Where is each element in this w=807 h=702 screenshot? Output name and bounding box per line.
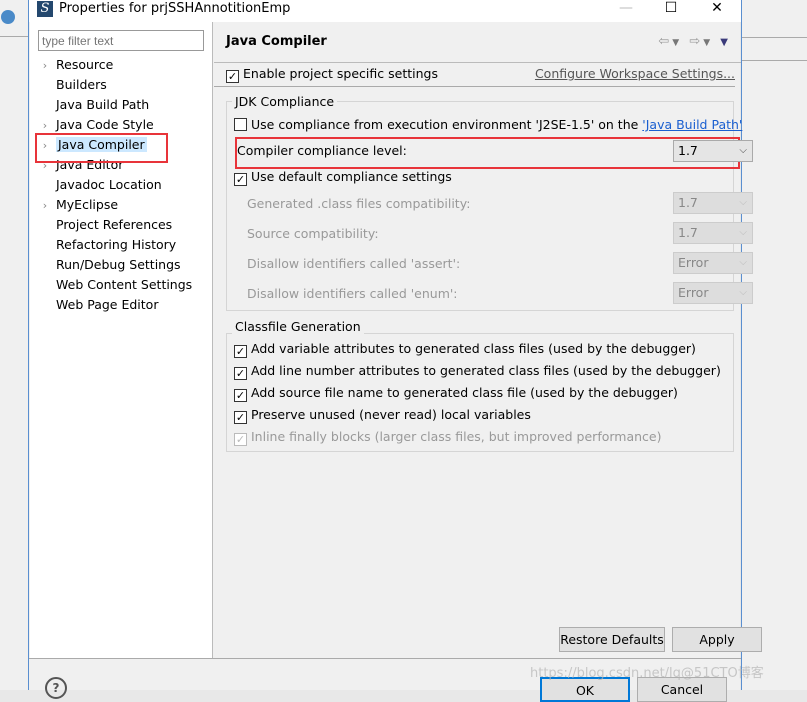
classfile-option-checkbox[interactable]: ✓ Add source file name to generated class… (234, 385, 678, 402)
help-icon[interactable]: ? (45, 677, 67, 699)
app-logo-icon: S (37, 1, 53, 17)
window-title: Properties for prjSSHAnnotitionEmp (59, 1, 291, 16)
globe-icon (1, 10, 15, 24)
chevron-down-icon: ⌵ (739, 197, 747, 208)
tree-item[interactable]: Project References (34, 215, 172, 235)
tree-item[interactable]: Web Content Settings (34, 275, 192, 295)
background-app-right (741, 0, 807, 690)
compliance-row-select: 1.7 ⌵ (673, 222, 753, 244)
page-title: Java Compiler (226, 34, 327, 49)
use-env-compliance-checkbox[interactable]: Use compliance from execution environmen… (234, 117, 742, 132)
view-menu-icon[interactable]: ▼ (720, 37, 731, 48)
tree-item[interactable]: Refactoring History (34, 235, 176, 255)
minimize-button[interactable]: — (604, 0, 648, 18)
filter-input[interactable] (38, 30, 204, 51)
page-header: Java Compiler ⇦▼ ⇨▼ ▼ (214, 22, 741, 63)
close-button[interactable]: ✕ (695, 0, 739, 18)
apply-button[interactable]: Apply (672, 627, 762, 652)
classfile-option-checkbox[interactable]: ✓ Add variable attributes to generated cl… (234, 341, 696, 358)
java-build-path-link[interactable]: 'Java Build Path' (642, 117, 742, 132)
chevron-right-icon: › (42, 199, 48, 212)
tree-item[interactable]: Builders (34, 75, 107, 95)
sidebar: ›ResourceBuildersJava Build Path›Java Co… (30, 22, 213, 658)
tree-item[interactable]: › MyEclipse (34, 195, 118, 215)
classfile-option-checkbox[interactable]: ✓ Add line number attributes to generated… (234, 363, 721, 380)
main-panel: Java Compiler ⇦▼ ⇨▼ ▼ ✓ Enable project sp… (214, 22, 762, 658)
background-app (0, 0, 28, 690)
properties-dialog: S Properties for prjSSHAnnotitionEmp — ☐… (28, 0, 762, 702)
jdk-compliance-label: JDK Compliance (232, 94, 338, 109)
configure-workspace-link[interactable]: Configure Workspace Settings... (535, 66, 735, 81)
use-default-compliance-checkbox[interactable]: ✓ Use default compliance settings (234, 169, 452, 186)
forward-menu-icon[interactable]: ▼ (703, 38, 713, 48)
maximize-button[interactable]: ☐ (649, 0, 693, 18)
classfile-option-checkbox: ✓ Inline finally blocks (larger class fil… (234, 429, 662, 446)
tree-item[interactable]: Javadoc Location (34, 175, 162, 195)
enable-project-settings-checkbox[interactable]: ✓ Enable project specific settings (226, 66, 438, 83)
compliance-row-select: Error ⌵ (673, 282, 753, 304)
watermark: https://blog.csdn.net/lq@51CTO博客 (530, 666, 764, 681)
tree-item[interactable]: Web Page Editor (34, 295, 158, 315)
compliance-row-select: 1.7 ⌵ (673, 192, 753, 214)
compliance-level-label: Compiler compliance level: (237, 143, 407, 158)
back-arrow-icon[interactable]: ⇦ (658, 34, 672, 49)
tree-item[interactable]: › Java Code Style (34, 115, 154, 135)
restore-defaults-button[interactable]: Restore Defaults (559, 627, 665, 652)
forward-arrow-icon[interactable]: ⇨ (689, 34, 703, 49)
title-bar: S Properties for prjSSHAnnotitionEmp — ☐… (29, 0, 741, 22)
back-menu-icon[interactable]: ▼ (672, 38, 682, 48)
chevron-down-icon: ⌵ (739, 257, 747, 268)
classfile-label: Classfile Generation (232, 319, 364, 334)
chevron-right-icon: › (42, 59, 48, 72)
tree-item[interactable]: › Resource (34, 55, 114, 75)
compliance-row-label: Disallow identifiers called 'enum': (247, 286, 458, 301)
tree-item[interactable]: Java Build Path (34, 95, 149, 115)
compliance-level-select[interactable]: 1.7 ⌵ (673, 140, 753, 162)
chevron-down-icon: ⌵ (739, 145, 747, 156)
tree-item[interactable]: Run/Debug Settings (34, 255, 181, 275)
checkbox-icon: ✓ (226, 70, 239, 83)
compliance-row-label: Source compatibility: (247, 226, 379, 241)
highlight-box (35, 133, 168, 163)
chevron-down-icon: ⌵ (739, 287, 747, 298)
classfile-option-checkbox[interactable]: ✓ Preserve unused (never read) local vari… (234, 407, 531, 424)
compliance-row-label: Generated .class files compatibility: (247, 196, 471, 211)
chevron-down-icon: ⌵ (739, 227, 747, 238)
compliance-row-select: Error ⌵ (673, 252, 753, 274)
compliance-row-label: Disallow identifiers called 'assert': (247, 256, 461, 271)
